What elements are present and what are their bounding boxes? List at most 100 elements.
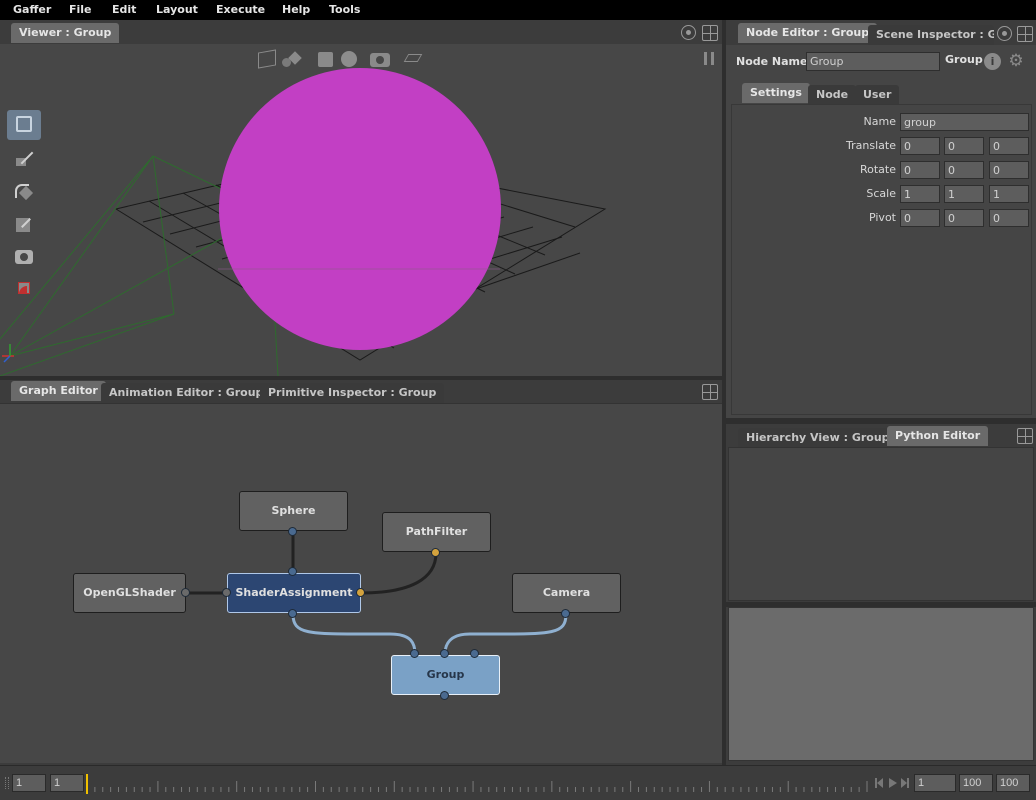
- plug-sphere-out[interactable]: [288, 527, 297, 536]
- timeline-grip[interactable]: [5, 777, 9, 789]
- rotate-y-input[interactable]: [944, 161, 984, 179]
- node-openglshader[interactable]: OpenGLShader: [73, 573, 186, 613]
- box-icon[interactable]: [318, 52, 333, 67]
- pause-icon[interactable]: [704, 52, 714, 65]
- python-editor-panel: Hierarchy View : Group Python Editor: [726, 424, 1036, 765]
- scale-tool[interactable]: [7, 210, 41, 240]
- node-pathfilter[interactable]: PathFilter: [382, 512, 491, 552]
- node-group[interactable]: Group: [391, 655, 500, 695]
- node-sphere[interactable]: Sphere: [239, 491, 348, 531]
- layout-icon[interactable]: [1017, 428, 1033, 444]
- name-input[interactable]: [900, 113, 1029, 131]
- tab-node[interactable]: Node: [808, 85, 857, 105]
- pivot-z-input[interactable]: [989, 209, 1029, 227]
- playback-controls: [875, 776, 909, 790]
- rotate-z-input[interactable]: [989, 161, 1029, 179]
- end-frame-input[interactable]: [959, 774, 993, 792]
- info-icon[interactable]: i: [984, 53, 1001, 70]
- scale-y-input[interactable]: [944, 185, 984, 203]
- crop-window-tool-icon: [18, 282, 30, 294]
- translate-y-input[interactable]: [944, 137, 984, 155]
- scale-label: Scale: [866, 187, 896, 200]
- tab-user[interactable]: User: [855, 85, 900, 105]
- layout-icon[interactable]: [1017, 26, 1033, 42]
- current-frame-left-input[interactable]: [50, 774, 84, 792]
- scale-x-input[interactable]: [900, 185, 940, 203]
- translate-x-input[interactable]: [900, 137, 940, 155]
- python-input[interactable]: [728, 607, 1034, 761]
- crop-window-tool[interactable]: [7, 274, 41, 304]
- graph-editor-tabbar: Graph Editor Animation Editor : Group Pr…: [0, 380, 722, 404]
- plug-openglshader-out[interactable]: [181, 588, 190, 597]
- menubar: Gaffer File Edit Layout Execute Help Too…: [0, 0, 1036, 20]
- rotate-x-input[interactable]: [900, 161, 940, 179]
- current-frame-input[interactable]: [914, 774, 956, 792]
- scale-z-input[interactable]: [989, 185, 1029, 203]
- name-label: Name: [863, 115, 896, 128]
- pivot-y-input[interactable]: [944, 209, 984, 227]
- viewport-scene: [0, 68, 607, 376]
- gear-icon[interactable]: ⚙: [1007, 52, 1025, 70]
- menu-tools[interactable]: Tools: [329, 3, 360, 16]
- menu-execute[interactable]: Execute: [216, 3, 265, 16]
- tab-primitive-inspector[interactable]: Primitive Inspector : Group: [260, 383, 445, 403]
- sphere-icon[interactable]: [341, 51, 357, 67]
- plug-shaderassignment-filter[interactable]: [356, 588, 365, 597]
- tab-graph-editor[interactable]: Graph Editor: [11, 381, 106, 401]
- play-icon[interactable]: [889, 778, 897, 788]
- camera-icon[interactable]: [370, 53, 390, 67]
- layout-icon[interactable]: [702, 25, 718, 41]
- connection-camera-group: [443, 613, 568, 655]
- layout-icon[interactable]: [702, 384, 718, 400]
- translate-tool[interactable]: [7, 144, 41, 174]
- tab-python-editor[interactable]: Python Editor: [887, 426, 989, 446]
- menu-file[interactable]: File: [69, 3, 92, 16]
- selection-tool[interactable]: [7, 110, 41, 140]
- tab-animation-editor[interactable]: Animation Editor : Group: [101, 383, 272, 403]
- node-type-label: Group: [945, 53, 983, 66]
- camera-tool-icon: [15, 250, 33, 264]
- plug-shaderassignment-shader[interactable]: [222, 588, 231, 597]
- tab-viewer[interactable]: Viewer : Group: [11, 23, 120, 43]
- sphere: [219, 68, 501, 350]
- menu-edit[interactable]: Edit: [112, 3, 136, 16]
- plug-camera-out[interactable]: [561, 609, 570, 618]
- frame-slider[interactable]: [86, 772, 870, 794]
- menu-layout[interactable]: Layout: [156, 3, 198, 16]
- rotate-label: Rotate: [859, 163, 896, 176]
- wireframe-box-icon[interactable]: [258, 49, 276, 69]
- plug-shaderassignment-out[interactable]: [288, 609, 297, 618]
- python-output[interactable]: [728, 447, 1034, 601]
- range-end-input[interactable]: [996, 774, 1030, 792]
- plug-group-in2[interactable]: [470, 649, 479, 658]
- node-shaderassignment[interactable]: ShaderAssignment: [227, 573, 361, 613]
- target-icon[interactable]: [997, 26, 1012, 41]
- tab-node-editor[interactable]: Node Editor : Group: [738, 23, 878, 43]
- plug-group-in0[interactable]: [410, 649, 419, 658]
- start-frame-input[interactable]: [12, 774, 46, 792]
- connection-pathfilter-shaderassignment: [360, 552, 438, 595]
- selection-tool-icon: [16, 116, 32, 132]
- previous-frame-icon[interactable]: [877, 778, 883, 788]
- node-camera[interactable]: Camera: [512, 573, 621, 613]
- pivot-x-input[interactable]: [900, 209, 940, 227]
- translate-z-input[interactable]: [989, 137, 1029, 155]
- node-name-input[interactable]: [806, 52, 940, 71]
- rotate-tool[interactable]: [7, 177, 41, 207]
- menu-gaffer[interactable]: Gaffer: [13, 3, 51, 16]
- camera-tool[interactable]: [7, 242, 41, 272]
- tab-scene-inspector[interactable]: Scene Inspector : Gro: [868, 25, 994, 45]
- tab-hierarchy-view[interactable]: Hierarchy View : Group: [738, 428, 898, 448]
- graph-editor-canvas[interactable]: Sphere PathFilter OpenGLShader ShaderAss…: [0, 403, 722, 763]
- node-editor-panel: Node Editor : Group Scene Inspector : Gr…: [726, 20, 1036, 418]
- plug-group-out[interactable]: [440, 691, 449, 700]
- viewport[interactable]: [0, 44, 722, 376]
- target-icon[interactable]: [681, 25, 696, 40]
- shaded-spheres-icon[interactable]: [282, 51, 302, 68]
- plug-group-in1[interactable]: [440, 649, 449, 658]
- tab-settings[interactable]: Settings: [742, 83, 810, 103]
- menu-help[interactable]: Help: [282, 3, 310, 16]
- plug-shaderassignment-in[interactable]: [288, 567, 297, 576]
- plug-pathfilter-out[interactable]: [431, 548, 440, 557]
- playhead[interactable]: [86, 774, 88, 794]
